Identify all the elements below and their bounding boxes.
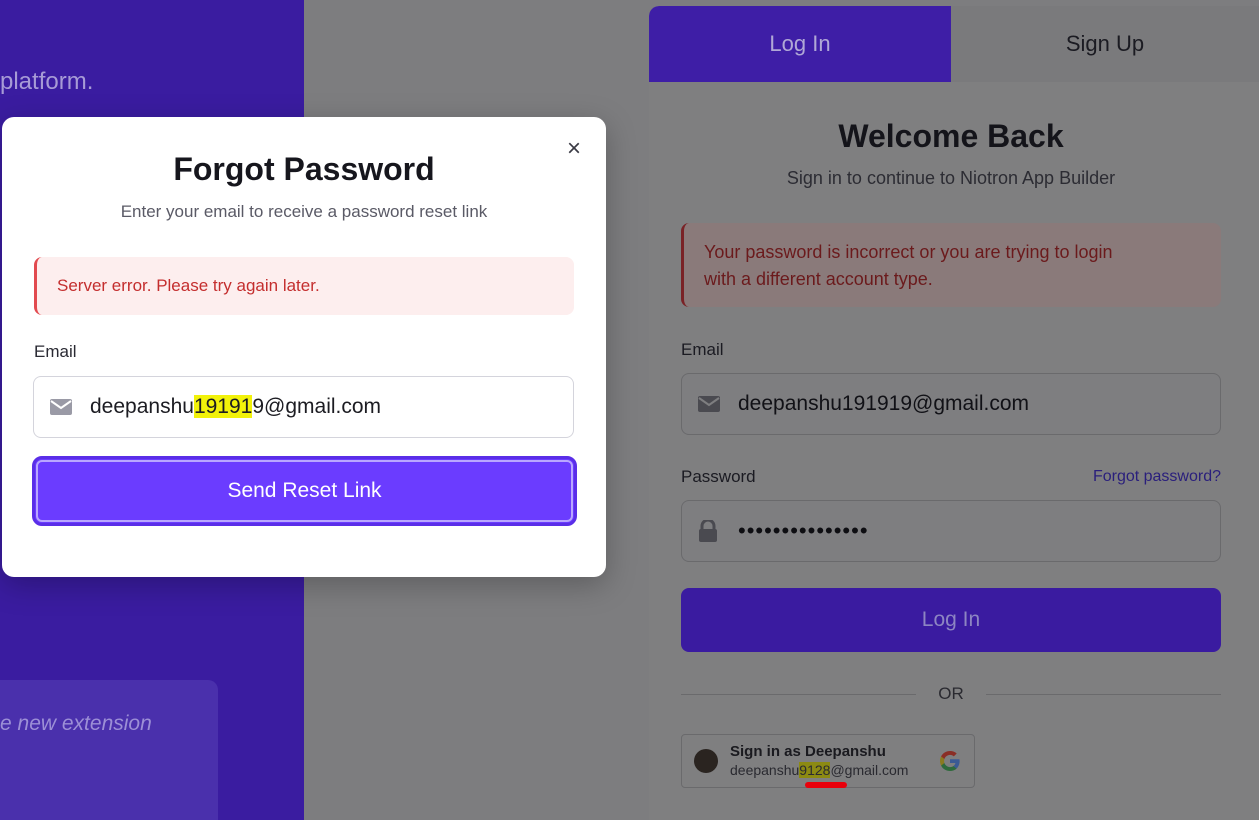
divider-line-right (985, 693, 1221, 695)
email-field[interactable]: deepanshu191919@gmail.com (681, 373, 1221, 435)
brand-card-text: e new extension (0, 712, 152, 735)
tab-signup[interactable]: Sign Up (951, 6, 1259, 82)
divider-line-left (681, 693, 917, 695)
login-button[interactable]: Log In (681, 588, 1221, 652)
google-signin-button[interactable]: Sign in as Deepanshu deepanshu9128@gmail… (681, 734, 975, 788)
auth-title: Welcome Back (838, 118, 1064, 154)
modal-email-value: deepanshu191919@gmail.com (90, 395, 381, 419)
envelope-icon (50, 399, 72, 415)
google-email-highlight: 9128 (799, 762, 831, 778)
modal-email-highlight: 19191 (193, 395, 253, 418)
forgot-password-modal: × Forgot Password Enter your email to re… (2, 117, 606, 577)
modal-error-text: Server error. Please try again later. (57, 276, 320, 295)
modal-email-prefix: deepanshu (90, 395, 194, 418)
brand-tagline: platform. (0, 68, 94, 95)
or-divider: OR (681, 682, 1221, 706)
tab-login[interactable]: Log In (649, 6, 951, 82)
avatar (694, 749, 718, 773)
modal-email-label: Email (34, 342, 77, 361)
login-error-line2: with a different account type. (704, 269, 933, 289)
google-logo-icon (940, 751, 960, 771)
auth-panel: Log In Sign Up Welcome Back Sign in to c… (649, 6, 1259, 820)
google-account-email: deepanshu9128@gmail.com (730, 761, 938, 779)
brand-feature-card (0, 680, 218, 820)
email-label: Email (681, 340, 724, 359)
password-value: ••••••••••••••• (738, 518, 869, 543)
password-field[interactable]: ••••••••••••••• (681, 500, 1221, 562)
google-account-name: Sign in as Deepanshu (730, 743, 886, 760)
envelope-icon (698, 396, 720, 412)
red-underline-annotation (805, 782, 847, 788)
login-error-alert: Your password is incorrect or you are tr… (681, 223, 1221, 307)
email-value: deepanshu191919@gmail.com (738, 392, 1030, 415)
modal-title: Forgot Password (173, 151, 435, 187)
lock-icon (699, 520, 717, 542)
password-label: Password (681, 467, 756, 486)
modal-error-alert: Server error. Please try again later. (34, 257, 574, 315)
auth-tabs: Log In Sign Up (649, 6, 1259, 82)
modal-email-field[interactable]: deepanshu191919@gmail.com (33, 376, 574, 438)
google-account-text: Sign in as Deepanshu deepanshu9128@gmail… (730, 743, 938, 779)
modal-subtitle: Enter your email to receive a password r… (120, 202, 488, 221)
google-email-prefix: deepanshu (730, 762, 800, 778)
forgot-password-link[interactable]: Forgot password? (1093, 468, 1221, 486)
google-email-suffix: @gmail.com (830, 762, 909, 778)
auth-subtitle: Sign in to continue to Niotron App Build… (786, 168, 1116, 188)
or-text: OR (938, 684, 964, 703)
send-reset-link-button[interactable]: Send Reset Link (32, 456, 577, 526)
login-error-line1: Your password is incorrect or you are tr… (704, 242, 1113, 262)
modal-email-suffix: 9@gmail.com (252, 395, 382, 418)
